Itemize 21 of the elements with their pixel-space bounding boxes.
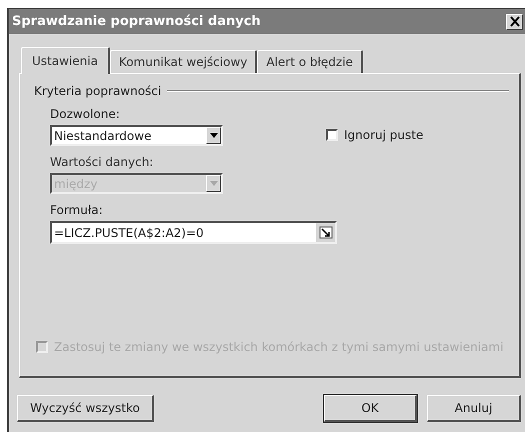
close-button[interactable] <box>506 14 523 30</box>
checkbox[interactable] <box>326 129 338 141</box>
dropdown[interactable]: Niestandardowe <box>50 125 223 146</box>
group-title: Kryteria poprawności <box>34 84 162 98</box>
formula-value: =LICZ.PUSTE(A$2:A2)=0 <box>53 226 204 240</box>
dropdown-value: Niestandardowe <box>53 128 152 142</box>
tab[interactable]: Alert o błędzie <box>257 50 363 73</box>
field-label: Wartości danych: <box>50 155 154 169</box>
collapse-dialog-icon[interactable] <box>316 223 335 242</box>
tab[interactable]: Komunikat wejściowy <box>110 50 258 73</box>
dialog-button[interactable]: Wyczyść wszystko <box>17 395 154 422</box>
ignore-blank-checkbox[interactable]: Ignoruj puste <box>326 128 424 142</box>
window-title: Sprawdzanie poprawności danych <box>12 14 261 29</box>
field-label: Formuła: <box>50 203 104 217</box>
tab[interactable]: Ustawienia <box>21 47 110 74</box>
checkbox-label: Ignoruj puste <box>344 128 424 142</box>
dialog-button[interactable]: OK <box>324 395 417 422</box>
dialog-button[interactable]: Anuluj <box>427 395 521 422</box>
formula-field[interactable]: =LICZ.PUSTE(A$2:A2)=0 <box>50 221 337 244</box>
close-icon <box>508 16 520 27</box>
field-label: Dozwolone: <box>50 107 121 121</box>
